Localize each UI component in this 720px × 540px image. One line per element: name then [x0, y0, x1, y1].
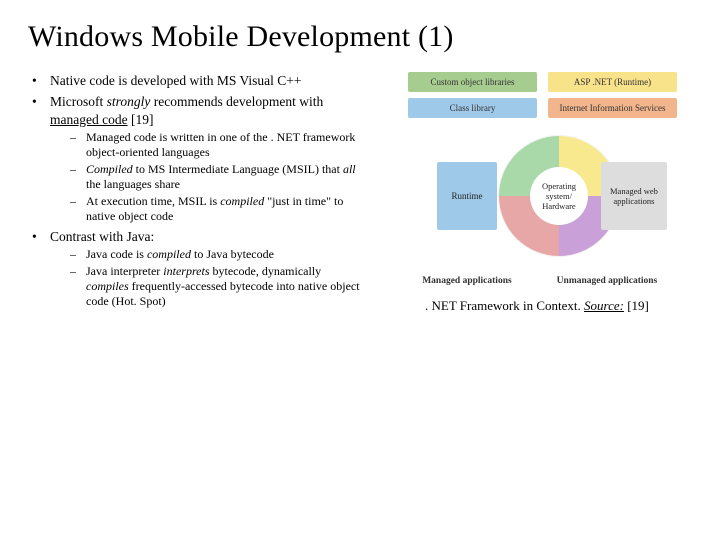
text: the languages share	[86, 177, 180, 191]
diagram-box-iis: Internet Information Services	[548, 98, 677, 118]
sub-bullet-1: Managed code is written in one of the . …	[68, 130, 364, 160]
text: Contrast with Java:	[50, 229, 154, 244]
slide-content: Native code is developed with MS Visual …	[28, 72, 692, 314]
diagram: Custom object libraries ASP .NET (Runtim…	[397, 72, 677, 286]
text: [19]	[128, 112, 154, 127]
sub-bullet-5: Java interpreter interprets bytecode, dy…	[68, 264, 364, 309]
legend-managed: Managed applications	[397, 276, 537, 286]
bullet-1: Native code is developed with MS Visual …	[28, 72, 364, 89]
legend-unmanaged: Unmanaged applications	[537, 276, 677, 286]
sub-bullet-2: Compiled to MS Intermediate Language (MS…	[68, 162, 364, 192]
text: Java code is	[86, 247, 147, 261]
text-em: compiled	[220, 194, 264, 208]
diagram-box-class: Class library	[408, 98, 537, 118]
text: Microsoft	[50, 94, 107, 109]
text-em: compiled	[147, 247, 191, 261]
text: to Java bytecode	[191, 247, 274, 261]
diagram-box-runtime: Runtime	[437, 162, 497, 230]
text: Java interpreter	[86, 264, 163, 278]
caption-source-label: Source:	[584, 298, 624, 313]
text-underline: managed code	[50, 112, 128, 127]
diagram-pie-center: Operating system/ Hardware	[530, 167, 588, 225]
caption-text: . NET Framework in Context.	[425, 298, 584, 313]
sub-bullet-3: At execution time, MSIL is compiled "jus…	[68, 194, 364, 224]
caption-source-ref: [19]	[624, 298, 649, 313]
bullets-column: Native code is developed with MS Visual …	[28, 72, 364, 314]
bullet-3: Contrast with Java: Java code is compile…	[28, 228, 364, 309]
text-em: interprets	[163, 264, 209, 278]
text: to MS Intermediate Language (MSIL) that	[133, 162, 343, 176]
figure-caption: . NET Framework in Context. Source: [19]	[425, 298, 649, 314]
text-em: all	[343, 162, 356, 176]
text-em: strongly	[107, 94, 151, 109]
sub-bullet-4: Java code is compiled to Java bytecode	[68, 247, 364, 262]
text: At execution time, MSIL is	[86, 194, 220, 208]
diagram-box-asp: ASP .NET (Runtime)	[548, 72, 677, 92]
bullet-2: Microsoft strongly recommends developmen…	[28, 93, 364, 224]
slide-title: Windows Mobile Development (1)	[28, 20, 692, 54]
text: recommends development with	[150, 94, 323, 109]
text-em: compiles	[86, 279, 129, 293]
diagram-box-mweb: Managed web applications	[601, 162, 667, 230]
text: bytecode, dynamically	[210, 264, 322, 278]
text-em: Compiled	[86, 162, 133, 176]
diagram-box-custom: Custom object libraries	[408, 72, 537, 92]
figure-column: Custom object libraries ASP .NET (Runtim…	[382, 72, 692, 314]
